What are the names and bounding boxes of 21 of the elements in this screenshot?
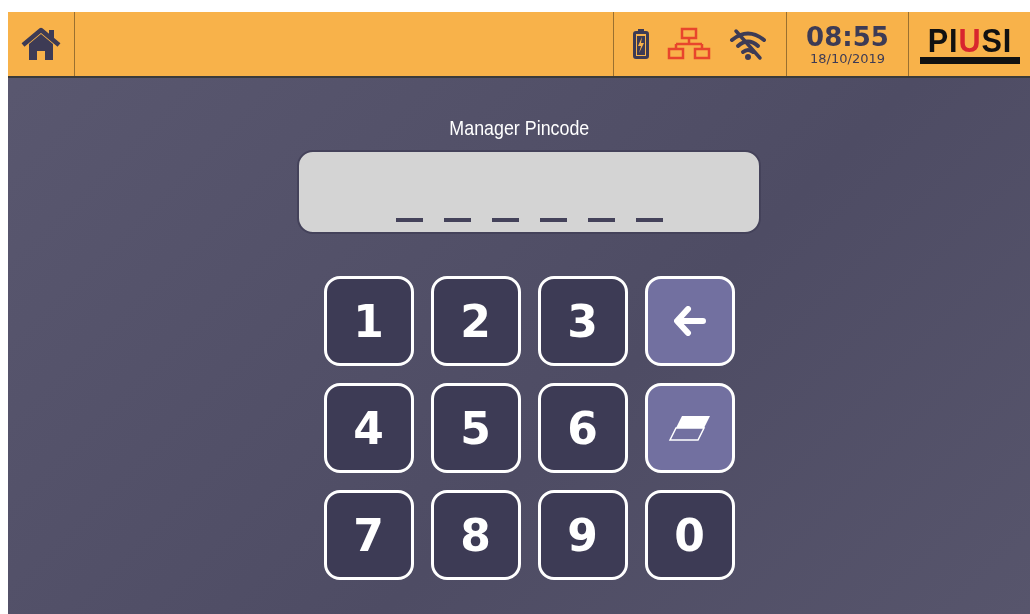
digit-key[interactable]: 0: [644, 490, 735, 580]
clear-key[interactable]: [644, 383, 735, 473]
digit-key[interactable]: 7: [323, 490, 414, 580]
pincode-title: Manager Pincode: [449, 116, 589, 140]
clock-time: 08:55: [806, 22, 889, 51]
clock-date: 18/10/2019: [810, 50, 885, 66]
backspace-key[interactable]: [644, 276, 735, 366]
home-icon: [21, 26, 61, 62]
digit-key[interactable]: 6: [537, 383, 628, 473]
battery-charging-icon: [632, 28, 650, 60]
brand-logo: PIUSI: [909, 12, 1030, 76]
digit-key[interactable]: 9: [537, 490, 628, 580]
arrow-left-icon: [673, 306, 706, 336]
digit-key[interactable]: 4: [323, 383, 414, 473]
digit-key[interactable]: 2: [430, 276, 521, 366]
eraser-icon: [667, 413, 712, 443]
digit-key[interactable]: 1: [323, 276, 414, 366]
digit-key[interactable]: 8: [430, 490, 521, 580]
pincode-field[interactable]: [297, 150, 761, 234]
digit-key[interactable]: 3: [537, 276, 628, 366]
digit-key[interactable]: 5: [430, 383, 521, 473]
